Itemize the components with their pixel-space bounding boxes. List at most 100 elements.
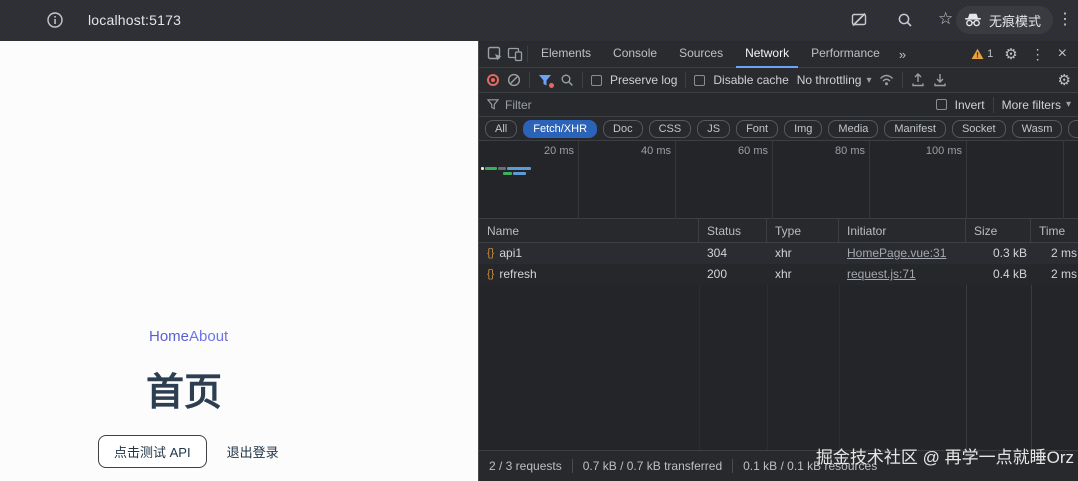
devtools-close-icon[interactable]: × bbox=[1058, 45, 1067, 63]
request-time: 2 ms bbox=[1031, 243, 1078, 264]
requests-table-body bbox=[479, 285, 1078, 450]
tab-network[interactable]: Network bbox=[736, 41, 798, 68]
inspect-element-icon[interactable] bbox=[487, 46, 503, 62]
nav-link-home[interactable]: Home bbox=[149, 328, 189, 345]
timeline-tick: 100 ms bbox=[896, 145, 962, 157]
tab-performance[interactable]: Performance bbox=[802, 41, 889, 68]
request-type: xhr bbox=[767, 243, 839, 264]
request-name: api1 bbox=[499, 243, 522, 264]
send-to-devices-icon[interactable] bbox=[850, 11, 868, 29]
page-title: 首页 bbox=[146, 361, 222, 416]
bookmark-star-icon[interactable]: ☆ bbox=[938, 9, 956, 27]
column-header-initiator[interactable]: Initiator bbox=[839, 219, 966, 243]
request-time: 2 ms bbox=[1031, 264, 1078, 285]
network-conditions-icon[interactable] bbox=[879, 74, 894, 86]
issues-warning-badge[interactable]: 1 bbox=[971, 48, 993, 60]
waterfall-bar bbox=[485, 167, 497, 170]
table-row[interactable]: {}refresh 200 xhr request.js:71 0.4 kB 2… bbox=[479, 264, 1078, 285]
column-header-type[interactable]: Type bbox=[767, 219, 839, 243]
tab-elements[interactable]: Elements bbox=[532, 41, 600, 68]
column-header-time[interactable]: Time bbox=[1031, 219, 1078, 243]
transferred-size: 0.7 kB / 0.7 kB transferred bbox=[572, 459, 722, 473]
network-filter-bar: Invert More filters ▾ bbox=[479, 93, 1078, 117]
chevron-down-icon: ▾ bbox=[866, 75, 871, 86]
chip-fetch-xhr[interactable]: Fetch/XHR bbox=[523, 120, 597, 138]
network-toolbar: Preserve log Disable cache No throttling… bbox=[479, 68, 1078, 93]
import-har-icon[interactable] bbox=[911, 73, 925, 87]
column-header-size[interactable]: Size bbox=[966, 219, 1031, 243]
browser-toolbar: localhost:5173 ☆ 无痕模式 ⋮ bbox=[0, 0, 1078, 41]
search-icon[interactable] bbox=[896, 11, 914, 29]
waterfall-bar bbox=[498, 167, 506, 170]
waterfall-bar bbox=[503, 172, 512, 175]
search-network-icon[interactable] bbox=[560, 73, 574, 87]
initiator-link[interactable]: HomePage.vue:31 bbox=[847, 246, 946, 260]
column-divider bbox=[839, 285, 840, 450]
throttling-select[interactable]: No throttling ▾ bbox=[797, 73, 872, 87]
disable-cache-checkbox[interactable] bbox=[694, 75, 705, 86]
chip-media[interactable]: Media bbox=[828, 120, 878, 138]
warning-icon bbox=[971, 48, 984, 60]
timeline-gridline bbox=[1063, 141, 1064, 219]
preserve-log-checkbox[interactable] bbox=[591, 75, 602, 86]
devtools-menu-icon[interactable]: ⋮ bbox=[1029, 46, 1047, 63]
initiator-link[interactable]: request.js:71 bbox=[847, 267, 916, 281]
chip-other[interactable]: Other bbox=[1068, 120, 1078, 138]
filter-toggle-icon[interactable] bbox=[538, 74, 552, 87]
more-filters-button[interactable]: More filters ▾ bbox=[1002, 98, 1071, 112]
logout-button[interactable]: 退出登录 bbox=[219, 436, 287, 467]
browser-menu-icon[interactable]: ⋮ bbox=[1057, 9, 1073, 29]
clear-network-log-icon[interactable] bbox=[507, 73, 521, 87]
request-type-chips: All Fetch/XHR Doc CSS JS Font Img Media … bbox=[479, 117, 1078, 141]
request-status: 200 bbox=[699, 264, 767, 285]
waterfall-bar bbox=[513, 172, 526, 175]
site-info-icon[interactable] bbox=[46, 11, 64, 29]
page-nav: HomeAbout bbox=[149, 328, 228, 345]
address-bar[interactable]: localhost:5173 bbox=[88, 12, 181, 28]
devtools-settings-icon[interactable]: ⚙ bbox=[1004, 45, 1017, 63]
tab-console[interactable]: Console bbox=[604, 41, 666, 68]
tab-sources[interactable]: Sources bbox=[670, 41, 732, 68]
request-status: 304 bbox=[699, 243, 767, 264]
column-divider bbox=[966, 285, 967, 450]
network-settings-icon[interactable]: ⚙ bbox=[1058, 71, 1071, 89]
nav-link-about[interactable]: About bbox=[189, 328, 228, 345]
request-size: 0.3 kB bbox=[966, 243, 1031, 264]
chip-socket[interactable]: Socket bbox=[952, 120, 1006, 138]
chip-font[interactable]: Font bbox=[736, 120, 778, 138]
waterfall-bar bbox=[507, 167, 531, 170]
column-header-status[interactable]: Status bbox=[699, 219, 767, 243]
chip-doc[interactable]: Doc bbox=[603, 120, 643, 138]
network-overview-timeline[interactable]: 20 ms 40 ms 60 ms 80 ms 100 ms bbox=[479, 141, 1078, 219]
invert-checkbox[interactable] bbox=[936, 99, 947, 110]
export-har-icon[interactable] bbox=[933, 73, 947, 87]
incognito-label: 无痕模式 bbox=[989, 11, 1041, 30]
timeline-tick: 80 ms bbox=[799, 145, 865, 157]
chip-wasm[interactable]: Wasm bbox=[1012, 120, 1063, 138]
device-toolbar-icon[interactable] bbox=[507, 46, 523, 62]
test-api-button[interactable]: 点击测试 API bbox=[98, 435, 207, 468]
table-row[interactable]: {}api1 304 xhr HomePage.vue:31 0.3 kB 2 … bbox=[479, 243, 1078, 264]
request-name: refresh bbox=[499, 264, 536, 285]
devtools-panel: Elements Console Sources Network Perform… bbox=[478, 41, 1078, 481]
divider bbox=[685, 72, 686, 88]
web-page: HomeAbout 首页 点击测试 API 退出登录 bbox=[0, 41, 478, 481]
column-header-name[interactable]: Name bbox=[479, 219, 699, 243]
chip-js[interactable]: JS bbox=[697, 120, 730, 138]
chevron-down-icon: ▾ bbox=[1066, 99, 1071, 110]
warning-count: 1 bbox=[987, 48, 993, 60]
filter-funnel-icon bbox=[487, 99, 499, 110]
chip-css[interactable]: CSS bbox=[649, 120, 692, 138]
chip-all[interactable]: All bbox=[485, 120, 517, 138]
timeline-gridline bbox=[578, 141, 579, 219]
waterfall-bar bbox=[481, 167, 484, 170]
chip-img[interactable]: Img bbox=[784, 120, 822, 138]
filter-input[interactable] bbox=[505, 95, 930, 115]
record-network-log-icon[interactable] bbox=[487, 74, 499, 86]
more-tabs-icon[interactable]: » bbox=[893, 47, 912, 62]
invert-label: Invert bbox=[955, 98, 985, 112]
chip-manifest[interactable]: Manifest bbox=[884, 120, 946, 138]
column-divider bbox=[1031, 285, 1032, 450]
watermark: 掘金技术社区 @ 再学一点就睡Orz bbox=[816, 443, 1074, 468]
timeline-tick: 20 ms bbox=[508, 145, 574, 157]
